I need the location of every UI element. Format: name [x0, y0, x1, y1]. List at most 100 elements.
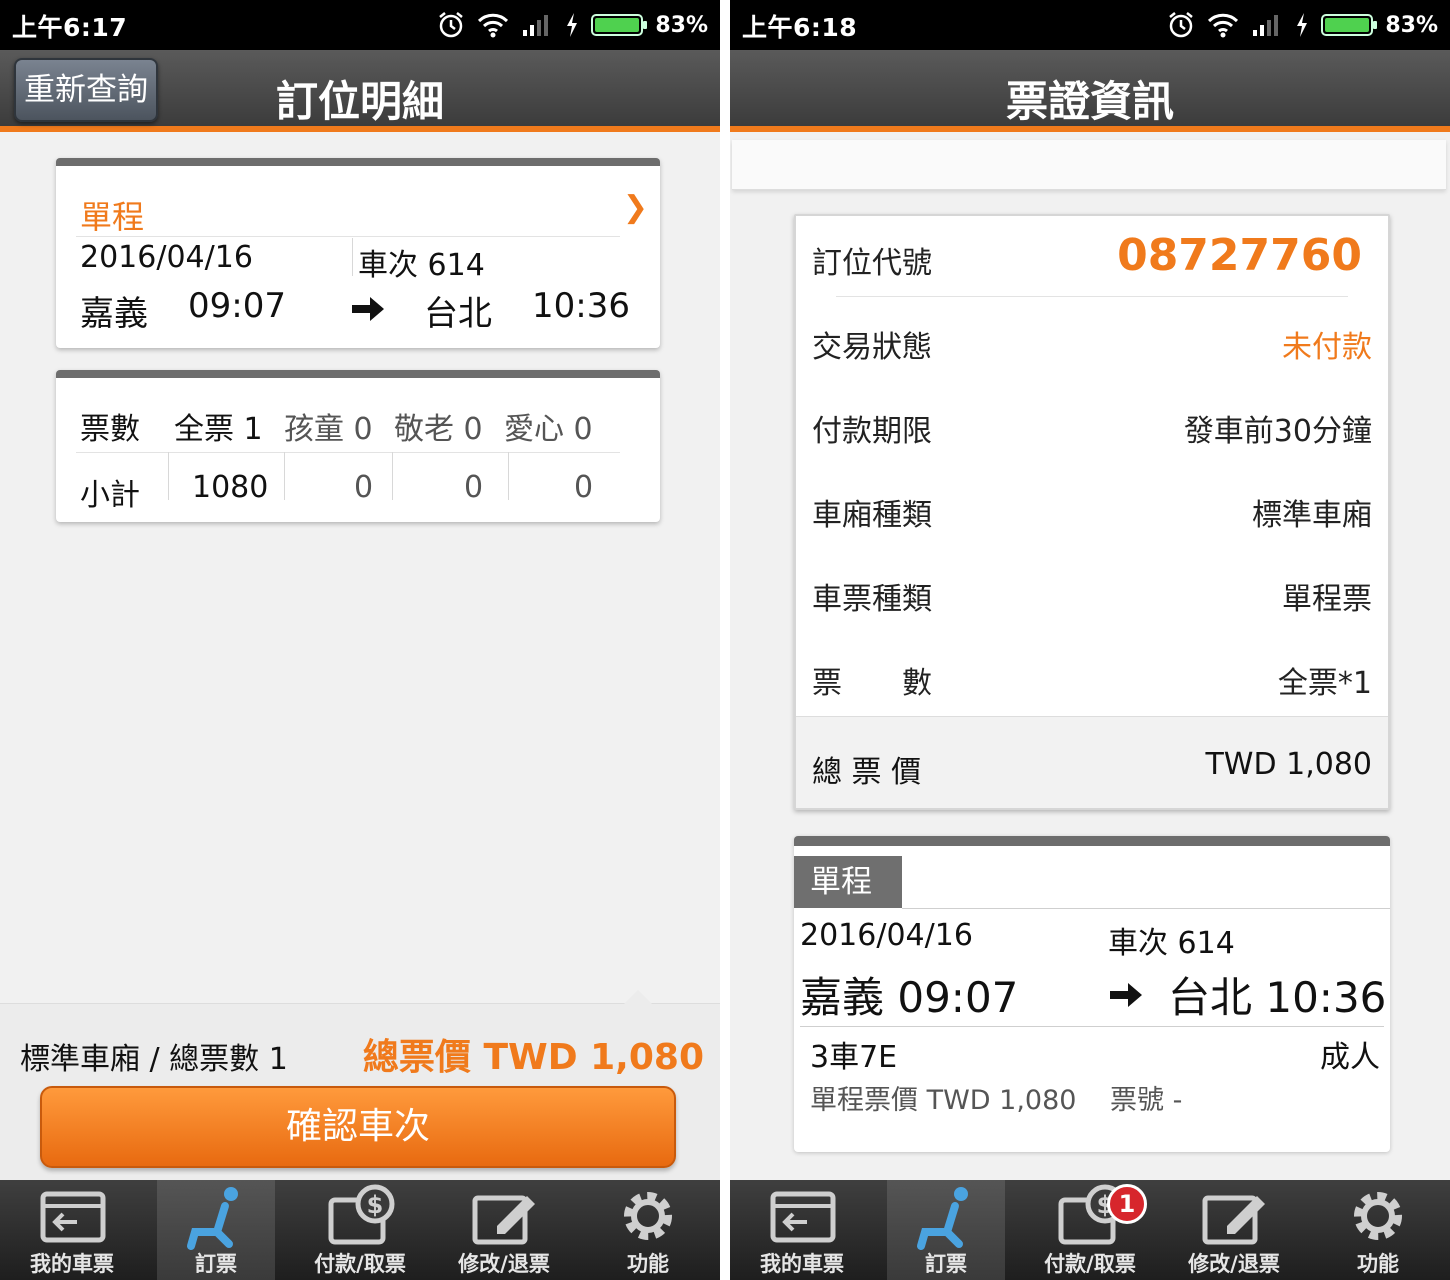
seat-number: 3車7E	[810, 1040, 898, 1075]
route-card: 單程 2016/04/16 車次 614 嘉義 09:07 台北 10:36 3…	[794, 836, 1390, 1152]
full-ticket-count[interactable]: 全票 1	[174, 404, 263, 448]
divider	[168, 452, 169, 500]
gear-icon	[624, 1192, 672, 1240]
divider	[76, 452, 620, 453]
ticket-info-card: 訂位代號 08727760 交易狀態 未付款 付款期限 發車前30分鐘 車廂種類…	[794, 214, 1390, 810]
arrive-time: 10:36	[532, 286, 630, 326]
ticket-icon	[770, 1191, 836, 1243]
divider	[76, 236, 620, 237]
page-title: 票證資訊	[1005, 77, 1174, 126]
seat-icon	[187, 1187, 238, 1250]
train-number: 車次 614	[358, 248, 485, 283]
arrow-right-icon	[1110, 983, 1142, 1007]
total-price: 總票價 TWD 1,080	[362, 1037, 704, 1078]
tab-modify[interactable]: 修改/退票	[1175, 1180, 1293, 1280]
status-time: 上午6:17	[12, 13, 128, 42]
tab-payment[interactable]: $ 付款/取票	[301, 1180, 419, 1280]
arrow-right-icon	[352, 297, 384, 321]
ticket-number: 票號 -	[1110, 1085, 1183, 1116]
payment-status: 未付款	[1282, 330, 1372, 365]
payment-icon: $	[328, 1184, 395, 1245]
tab-my-tickets[interactable]: 我的車票	[13, 1180, 131, 1280]
chevron-right-icon[interactable]: ❯	[623, 190, 648, 225]
edit-icon	[1202, 1195, 1265, 1245]
bottom-tab-bar: 我的車票 訂票 $ 1 付款/取票 修改/退票 功能	[730, 1180, 1450, 1280]
tab-settings[interactable]: 功能	[589, 1180, 707, 1280]
status-time: 上午6:18	[742, 13, 858, 42]
ticket-type-row: 車票種類 單程票	[812, 582, 1372, 617]
divider	[352, 238, 353, 276]
battery-percent: 83%	[655, 12, 708, 38]
trip-date: 2016/04/16	[80, 240, 253, 275]
notification-badge: 1	[1107, 1184, 1147, 1224]
edit-icon	[472, 1195, 535, 1245]
ticket-count-card: 票數 全票 1 孩童 0 敬老 0 愛心 0 小計 1080 0 0 0	[56, 370, 660, 522]
battery-icon	[1321, 14, 1378, 36]
subtotal-full: 1080	[192, 470, 269, 505]
tab-booking[interactable]: 訂票	[887, 1180, 1005, 1280]
trip-date: 2016/04/16	[800, 918, 973, 953]
trip-type-tag: 單程	[794, 856, 902, 908]
divider	[508, 452, 509, 500]
gear-icon	[1354, 1192, 1402, 1240]
subtotal-senior: 0	[464, 470, 484, 505]
divider	[392, 452, 393, 500]
battery-icon	[591, 14, 648, 36]
tab-settings[interactable]: 功能	[1319, 1180, 1437, 1280]
fare: 單程票價 TWD 1,080	[810, 1085, 1077, 1116]
charging-icon	[567, 13, 578, 37]
divider	[836, 296, 1348, 297]
divider	[284, 452, 285, 500]
senior-ticket-count[interactable]: 敬老 0	[394, 404, 483, 448]
seat-icon	[917, 1187, 968, 1250]
booking-detail-screen: 上午6:17 83% 重新查詢 訂位明細 單程 ❯ 2016/04/16 車次 …	[0, 0, 720, 1280]
from-station: 嘉義	[80, 294, 148, 334]
booking-footer: 標準車廂 / 總票數 1 總票價 TWD 1,080 確認車次	[0, 990, 720, 1180]
signal-icon	[523, 15, 549, 36]
subtotal-child: 0	[354, 470, 374, 505]
love-ticket-count[interactable]: 愛心 0	[504, 404, 593, 448]
passenger-type: 成人	[1320, 1040, 1380, 1075]
tab-payment[interactable]: $ 1 付款/取票	[1031, 1180, 1149, 1280]
booking-code: 08727760	[1117, 230, 1362, 281]
total-price-row: 總 票 價 TWD 1,080	[796, 716, 1388, 808]
subtotal-label: 小計	[80, 478, 140, 513]
booking-summary: 標準車廂 / 總票數 1	[20, 1042, 288, 1077]
page-title: 訂位明細	[275, 77, 444, 126]
ticket-info-screen: 上午6:18 83% 票證資訊 訂位代號 08727760 交易狀態 未付款 付…	[730, 0, 1450, 1280]
ticket-icon	[40, 1191, 106, 1243]
ticket-count-label: 票數	[80, 412, 140, 447]
depart-info: 嘉義 09:07	[800, 973, 1019, 1022]
depart-time: 09:07	[188, 286, 286, 326]
deadline-row: 付款期限 發車前30分鐘	[812, 414, 1372, 449]
header-strip	[732, 140, 1446, 190]
child-ticket-count[interactable]: 孩童 0	[284, 404, 373, 448]
arrive-info: 台北 10:36	[1168, 973, 1387, 1022]
alarm-icon	[439, 12, 464, 38]
bottom-tab-bar: 我的車票 訂票 $ 付款/取票 修改/退票 功能	[0, 1180, 720, 1280]
subtotal-love: 0	[574, 470, 594, 505]
booking-code-row: 訂位代號 08727760	[812, 230, 1362, 281]
to-station: 台北	[424, 294, 492, 334]
tab-modify[interactable]: 修改/退票	[445, 1180, 563, 1280]
wifi-icon	[1208, 13, 1239, 38]
app-header: 票證資訊	[730, 50, 1450, 132]
train-number: 車次 614	[1108, 926, 1235, 961]
status-bar: 上午6:17 83%	[0, 0, 720, 50]
status-bar: 上午6:18 83%	[730, 0, 1450, 50]
ticket-count-row: 票 數 全票*1	[812, 666, 1372, 701]
alarm-icon	[1169, 12, 1194, 38]
confirm-train-button[interactable]: 確認車次	[40, 1086, 676, 1168]
tab-my-tickets[interactable]: 我的車票	[743, 1180, 861, 1280]
battery-percent: 83%	[1385, 12, 1438, 38]
wifi-icon	[478, 13, 509, 38]
trip-type: 單程	[80, 198, 145, 236]
tab-booking[interactable]: 訂票	[157, 1180, 275, 1280]
charging-icon	[1297, 13, 1308, 37]
app-header: 重新查詢 訂位明細	[0, 50, 720, 132]
trip-card[interactable]: 單程 ❯ 2016/04/16 車次 614 嘉義 09:07 台北 10:36	[56, 158, 660, 348]
total-price: TWD 1,080	[1205, 747, 1372, 782]
signal-icon	[1253, 15, 1279, 36]
svg-text:$: $	[367, 1191, 384, 1219]
status-row: 交易狀態 未付款	[812, 300, 1372, 384]
